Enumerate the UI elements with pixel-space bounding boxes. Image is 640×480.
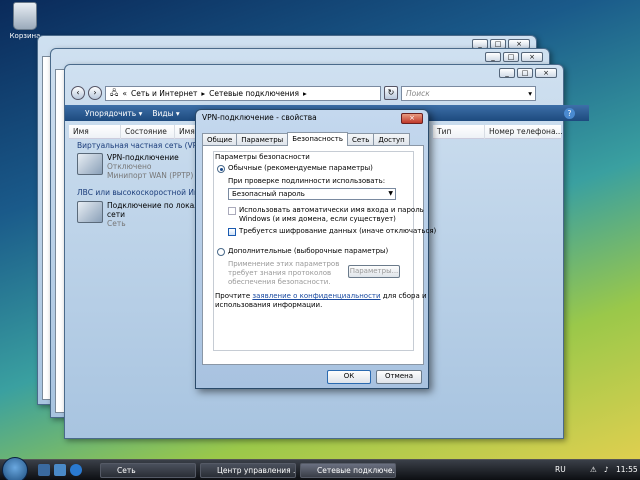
language-indicator[interactable]: RU xyxy=(555,465,566,474)
address-bar[interactable]: 🖧 « Сеть и Интернет ▸ Сетевые подключени… xyxy=(105,85,532,101)
breadcrumb-item[interactable]: Сетевые подключения xyxy=(209,89,299,98)
organize-button[interactable]: Упорядочить ▾ xyxy=(85,109,142,118)
column-name[interactable]: Имя xyxy=(69,124,121,139)
column-type[interactable]: Тип xyxy=(433,124,485,139)
help-icon[interactable]: ? xyxy=(564,107,575,119)
require-encryption-checkbox[interactable] xyxy=(228,228,236,236)
verify-identity-select[interactable]: Безопасный пароль ▼ xyxy=(228,188,396,200)
views-button[interactable]: Виды ▾ xyxy=(152,109,179,118)
back-arrow-icon[interactable]: ‹ xyxy=(71,86,85,100)
volume-icon[interactable]: ♪ xyxy=(604,465,609,474)
breadcrumb-item[interactable]: Сеть и Интернет xyxy=(131,89,197,98)
group-title: Параметры безопасности xyxy=(215,153,310,161)
auto-login-checkbox[interactable] xyxy=(228,207,236,215)
advanced-settings-radio[interactable] xyxy=(217,248,225,256)
security-options-group: Параметры безопасности Обычные (рекоменд… xyxy=(213,151,436,351)
column-device[interactable]: Имя xyxy=(175,125,197,139)
advanced-desc-2: требует знания протоколов xyxy=(228,269,332,277)
maximize-icon[interactable]: □ xyxy=(503,52,519,62)
vpn-item-device: Минипорт WAN (PPTP) xyxy=(107,171,194,180)
vpn-connection-item[interactable]: VPN-подключение Отключено Минипорт WAN (… xyxy=(77,153,193,180)
vpn-item-name: VPN-подключение xyxy=(107,153,179,162)
close-icon[interactable]: × xyxy=(401,113,423,124)
require-encryption-label[interactable]: Требуется шифрование данных (иначе отклю… xyxy=(239,227,436,235)
clock[interactable]: 11:55 xyxy=(616,465,638,474)
verify-identity-label: При проверке подлинности использовать: xyxy=(228,177,386,185)
typical-settings-label[interactable]: Обычные (рекомендуемые параметры) xyxy=(228,164,373,172)
privacy-text-2: использования информации. xyxy=(215,301,323,309)
taskbar-item-network-connections[interactable]: Сетевые подключе... xyxy=(300,463,396,478)
column-headers-right: Тип Номер телефона... xyxy=(433,124,563,139)
privacy-link[interactable]: заявление о конфиденциальности xyxy=(252,292,380,300)
minimize-icon[interactable]: _ xyxy=(499,68,515,78)
params-button[interactable]: Параметры... xyxy=(348,265,400,278)
close-icon[interactable]: × xyxy=(521,52,543,62)
close-icon[interactable]: × xyxy=(535,68,557,78)
advanced-settings-label[interactable]: Дополнительные (выборочные параметры) xyxy=(228,247,388,255)
recycle-bin-icon xyxy=(13,2,37,30)
dialog-title: VPN-подключение - свойства xyxy=(202,113,317,122)
chevron-down-icon[interactable]: ▾ xyxy=(528,89,532,98)
ok-button[interactable]: ОК xyxy=(327,370,371,384)
auto-login-label[interactable]: Использовать автоматически имя входа и п… xyxy=(239,206,424,214)
taskbar-item-network[interactable]: Сеть xyxy=(100,463,196,478)
auto-login-label-2: Windows (и имя домена, если существует) xyxy=(239,215,396,223)
show-desktop-icon[interactable] xyxy=(38,464,50,476)
privacy-text: Прочтите заявление о конфиденциальности … xyxy=(215,292,427,300)
tab-security[interactable]: Безопасность xyxy=(287,132,348,146)
taskbar: Сеть Центр управления ... Сетевые подклю… xyxy=(0,457,640,480)
column-phone[interactable]: Номер телефона... xyxy=(485,125,563,139)
column-headers-left: Имя Состояние Имя xyxy=(69,124,197,139)
lan-connection-icon xyxy=(77,201,103,223)
switch-windows-icon[interactable] xyxy=(54,464,66,476)
security-tab-panel: Параметры безопасности Обычные (рекоменд… xyxy=(202,145,436,365)
advanced-desc-3: обеспечения безопасности. xyxy=(228,278,331,286)
refresh-icon[interactable]: ↻ xyxy=(384,86,398,100)
taskbar-item-control-center[interactable]: Центр управления ... xyxy=(200,463,296,478)
column-status[interactable]: Состояние xyxy=(121,124,175,139)
advanced-desc-1: Применение этих параметров xyxy=(228,260,340,268)
typical-settings-radio[interactable] xyxy=(217,165,225,173)
recycle-bin-label: Корзина xyxy=(9,32,41,40)
vpn-properties-dialog[interactable]: VPN-подключение - свойства × Общие Парам… xyxy=(195,109,436,389)
vpn-item-status: Отключено xyxy=(107,162,152,171)
minimize-icon[interactable]: _ xyxy=(485,52,501,62)
cancel-button[interactable]: Отмена xyxy=(376,370,422,384)
address-bar-row: ‹ › 🖧 « Сеть и Интернет ▸ Сетевые подклю… xyxy=(71,85,536,101)
internet-explorer-icon[interactable] xyxy=(70,464,82,476)
network-folder-icon: 🖧 xyxy=(110,87,119,97)
network-tray-icon[interactable]: ⚠ xyxy=(590,465,597,474)
start-button[interactable] xyxy=(2,457,28,480)
recycle-bin-desktop-icon[interactable]: Корзина xyxy=(6,2,44,40)
search-input[interactable]: Поиск xyxy=(401,85,536,101)
vpn-connection-icon xyxy=(77,153,103,175)
chevron-down-icon: ▼ xyxy=(388,190,393,197)
forward-arrow-icon[interactable]: › xyxy=(88,86,102,100)
maximize-icon[interactable]: □ xyxy=(517,68,533,78)
